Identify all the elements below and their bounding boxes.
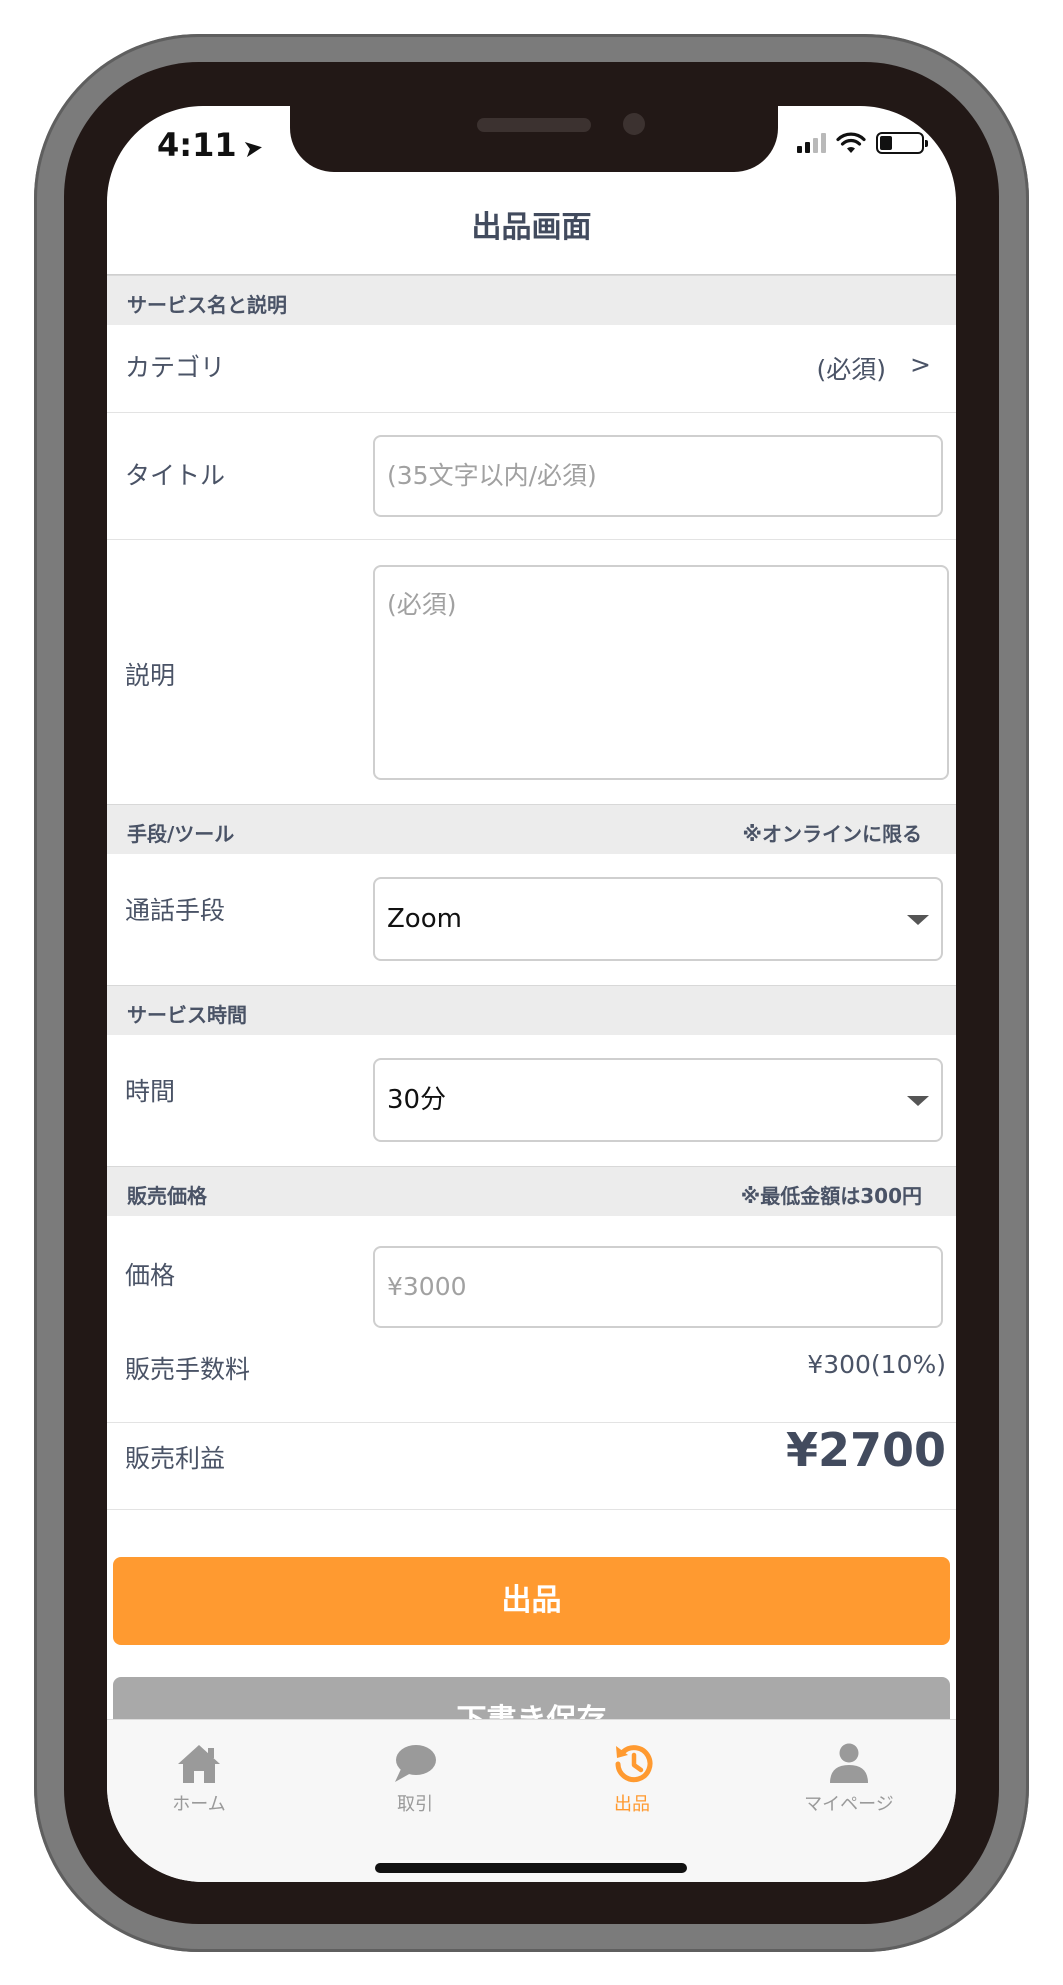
location-arrow-icon: ➤ <box>240 132 265 164</box>
section-note: ※最低金額は300円 <box>740 1184 922 1208</box>
section-title: サービス時間 <box>127 1003 247 1027</box>
tab-label: 取引 <box>397 1794 433 1815</box>
cellular-signal-icon <box>797 133 826 153</box>
status-indicators <box>797 132 928 154</box>
home-indicator <box>375 1863 687 1873</box>
tab-label: マイページ <box>804 1794 894 1815</box>
call-method-select[interactable]: Zoom <box>373 877 943 961</box>
section-title: 販売価格 <box>127 1184 207 1208</box>
category-required: (必須) <box>816 355 886 384</box>
section-title: 手段/ツール <box>127 822 235 846</box>
tab-transactions[interactable]: 取引 <box>355 1742 475 1816</box>
section-header-service: サービス名と説明 <box>107 275 956 325</box>
dropdown-caret-icon <box>907 1096 929 1106</box>
tab-home[interactable]: ホーム <box>139 1742 259 1816</box>
category-label: カテゴリ <box>125 353 226 382</box>
divider <box>107 1509 956 1510</box>
title-label: タイトル <box>125 461 226 490</box>
call-method-value: Zoom <box>387 904 462 934</box>
description-textarea[interactable]: (必須) <box>373 565 949 780</box>
divider <box>107 412 956 413</box>
fee-value: ¥300(10%) <box>807 1350 946 1379</box>
section-header-tool: 手段/ツール ※オンラインに限る <box>107 804 956 854</box>
profit-value: ¥2700 <box>785 1423 946 1477</box>
tab-label: ホーム <box>172 1794 226 1815</box>
tab-listing[interactable]: 出品 <box>572 1742 692 1816</box>
status-time-text: 4:11 <box>157 126 237 164</box>
status-time: 4:11 ➤ <box>157 126 265 164</box>
price-label: 価格 <box>125 1261 176 1290</box>
section-header-price: 販売価格 ※最低金額は300円 <box>107 1166 956 1216</box>
battery-icon <box>876 132 928 154</box>
call-method-label: 通話手段 <box>125 896 226 925</box>
tab-label: 出品 <box>614 1794 650 1815</box>
fee-label: 販売手数料 <box>125 1355 251 1384</box>
front-camera <box>623 113 645 135</box>
duration-value: 30分 <box>387 1085 447 1115</box>
submit-listing-button[interactable]: 出品 <box>113 1557 950 1645</box>
chat-bubble-icon <box>395 1745 436 1782</box>
profit-label: 販売利益 <box>125 1444 226 1473</box>
home-icon <box>178 1745 220 1783</box>
tab-mypage[interactable]: マイページ <box>789 1742 909 1816</box>
duration-label: 時間 <box>125 1077 176 1106</box>
divider <box>107 539 956 540</box>
app-screen: 4:11 ➤ 出品画面 サービス名と説明 カテゴリ (必須) > タイトル (35… <box>107 106 956 1882</box>
page-title: 出品画面 <box>471 210 592 245</box>
history-icon <box>615 1745 653 1783</box>
tab-bar: ホーム 取引 出品 マイページ <box>107 1719 956 1882</box>
wifi-icon <box>836 132 866 153</box>
title-input[interactable]: (35文字以内/必須) <box>373 435 943 517</box>
dropdown-caret-icon <box>907 915 929 925</box>
user-icon <box>830 1743 868 1783</box>
duration-select[interactable]: 30分 <box>373 1058 943 1142</box>
section-header-time: サービス時間 <box>107 985 956 1035</box>
section-note: ※オンラインに限る <box>742 822 922 846</box>
speaker-grille <box>477 118 591 132</box>
chevron-right-icon: > <box>910 350 931 379</box>
phone-notch <box>290 106 778 172</box>
description-label: 説明 <box>125 661 176 690</box>
section-title: サービス名と説明 <box>127 293 287 317</box>
price-input[interactable]: ¥3000 <box>373 1246 943 1328</box>
